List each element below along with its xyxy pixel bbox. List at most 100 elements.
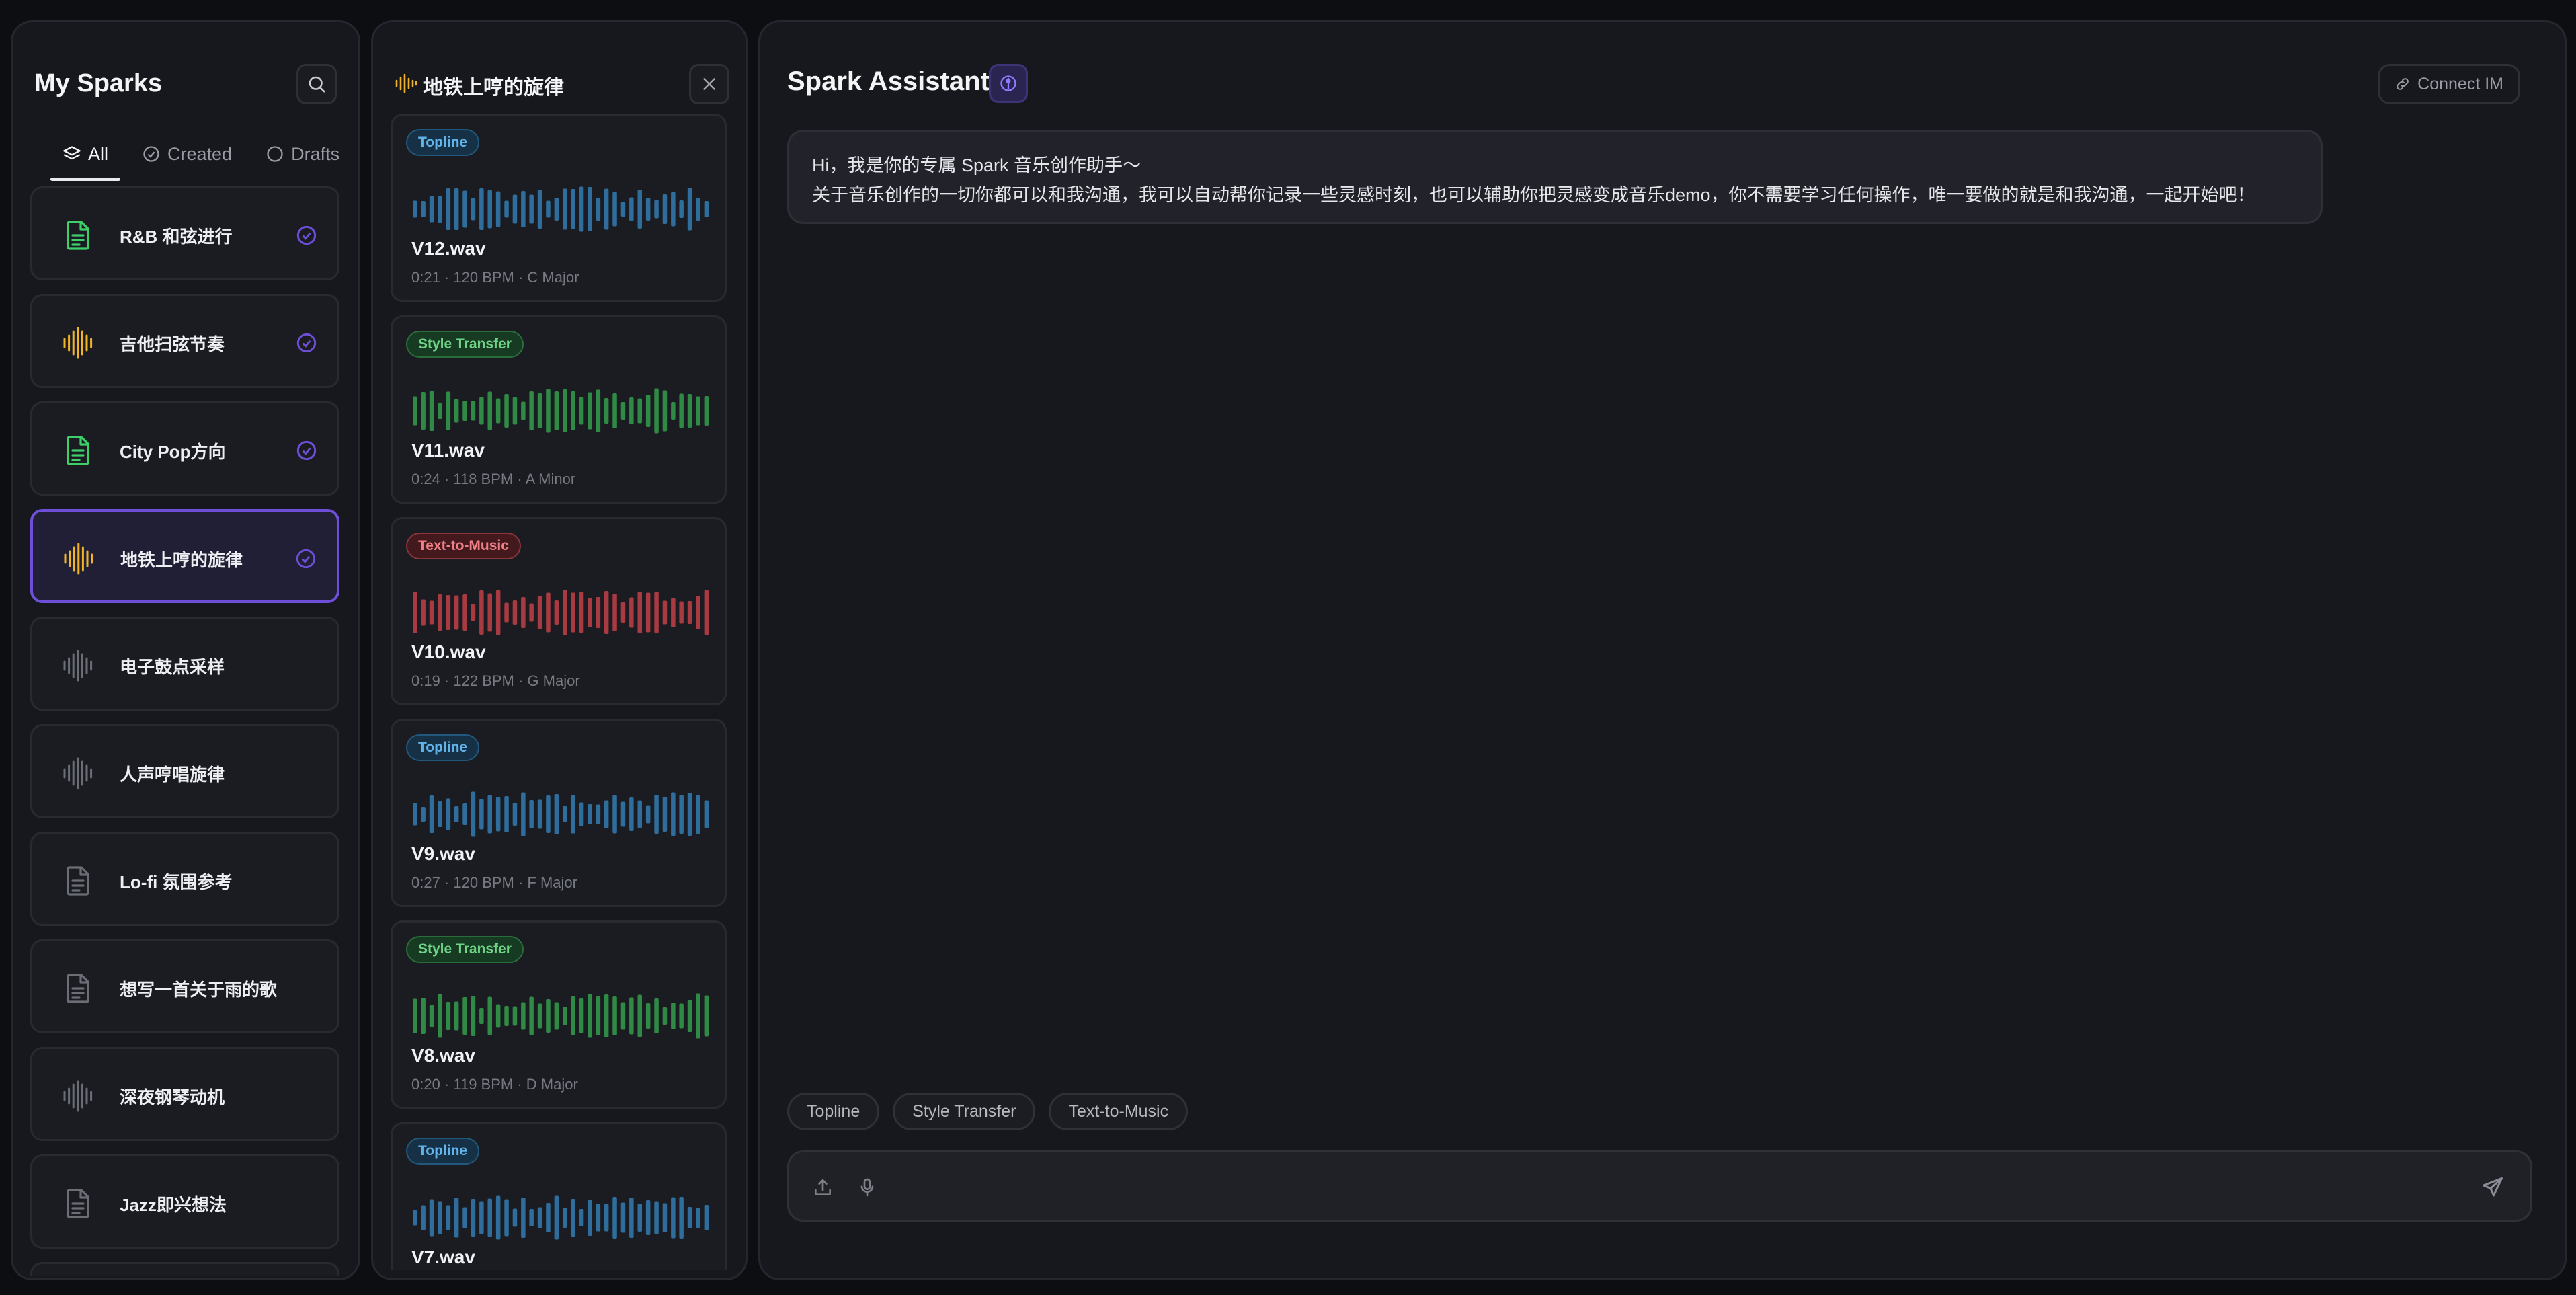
document-icon — [67, 221, 89, 250]
version-card[interactable]: Topline V9.wav 0:27 · 120 BPM · F Major — [391, 719, 727, 907]
spark-item[interactable]: 深夜钢琴动机 — [30, 1047, 339, 1141]
waveform-bar — [512, 1006, 518, 1026]
search-button[interactable] — [296, 64, 337, 104]
check-circle-icon — [296, 549, 316, 569]
waveform-preview[interactable] — [411, 791, 711, 838]
waveform-bar — [462, 1207, 467, 1228]
waveform-preview[interactable] — [411, 589, 711, 636]
waveform-bar — [579, 592, 584, 633]
waveform-bar — [421, 201, 426, 217]
version-card[interactable]: Style Transfer V8.wav 0:20 · 119 BPM · D M… — [391, 920, 727, 1109]
waveform-bar — [687, 1207, 692, 1228]
waveform-bar — [671, 792, 676, 836]
spark-item[interactable]: 地铁上哼的旋律 — [30, 509, 339, 603]
waveform-bar — [604, 398, 609, 424]
version-card[interactable]: Style Transfer V11.wav 0:24 · 118 BPM · A … — [391, 315, 727, 504]
chip-text-to-music[interactable]: Text-to-Music — [1049, 1093, 1189, 1130]
tab-drafts[interactable]: Drafts — [253, 135, 352, 173]
waveform-bar — [537, 799, 542, 829]
waveform-bar — [662, 1007, 668, 1025]
version-name: V8.wav — [411, 1045, 475, 1066]
microphone-icon[interactable] — [856, 1177, 878, 1198]
check-circle-icon — [296, 225, 317, 245]
spark-item[interactable]: 人声哼唱旋律 — [30, 724, 339, 818]
waveform-bar — [671, 598, 676, 627]
waveform-bar — [546, 389, 551, 433]
waveform-bar — [662, 390, 668, 432]
waveform-bar — [446, 798, 451, 830]
spark-item[interactable]: 想写一首关于雨的歌 — [30, 939, 339, 1033]
waveform-preview[interactable] — [411, 186, 711, 233]
close-button[interactable] — [689, 64, 729, 104]
waveform-icon — [64, 543, 93, 575]
chip-topline[interactable]: Topline — [787, 1093, 880, 1130]
waveform-bar — [537, 1003, 542, 1029]
waveform-bar — [654, 200, 659, 219]
waveform-bar — [521, 597, 526, 628]
waveform-bar — [537, 596, 542, 629]
tab-created[interactable]: Created — [130, 135, 244, 173]
close-icon — [703, 78, 715, 90]
waveform-bar — [629, 797, 634, 831]
version-name: V9.wav — [411, 843, 475, 864]
tab-label: Created — [167, 143, 233, 164]
waveform-bar — [588, 1200, 592, 1236]
waveform-bar — [429, 1199, 434, 1237]
waveform-preview[interactable] — [411, 992, 711, 1039]
waveform-bar — [563, 590, 567, 635]
waveform-bar — [579, 1209, 584, 1226]
spark-item[interactable] — [30, 1262, 339, 1276]
waveform-bar — [413, 592, 417, 633]
waveform-bar — [454, 1001, 459, 1031]
waveform-bar — [629, 397, 634, 424]
waveform-bar — [512, 194, 518, 224]
waveform-bar — [637, 190, 642, 229]
waveform-bar — [604, 1204, 609, 1232]
version-name: V7.wav — [411, 1247, 475, 1267]
waveform-bar — [479, 1201, 484, 1234]
waveform-bar — [495, 398, 501, 424]
waveform-bar — [571, 996, 575, 1035]
spark-item[interactable]: 电子鼓点采样 — [30, 617, 339, 711]
waveform-bar — [604, 591, 609, 634]
waveform-bar — [495, 590, 501, 635]
connect-im-button[interactable]: Connect IM — [2378, 64, 2520, 104]
version-card[interactable]: Topline V12.wav 0:21 · 120 BPM · C Major — [391, 114, 727, 302]
spark-item-label: 地铁上哼的旋律 — [120, 550, 243, 570]
upload-icon[interactable] — [812, 1177, 834, 1198]
chip-style-transfer[interactable]: Style Transfer — [893, 1093, 1036, 1130]
spark-item[interactable]: Jazz即兴想法 — [30, 1154, 339, 1249]
waveform-bar — [529, 800, 534, 828]
spark-item[interactable]: City Pop方向 — [30, 401, 339, 496]
waveform-bar — [563, 806, 567, 822]
waveform-bar — [687, 601, 692, 624]
spark-item[interactable]: R&B 和弦进行 — [30, 186, 339, 280]
version-card[interactable]: Text-to-Music V10.wav 0:19 · 122 BPM · G M… — [391, 517, 727, 705]
waveform-preview[interactable] — [411, 387, 711, 434]
waveform-bar — [529, 194, 534, 224]
waveform-bar — [696, 596, 700, 629]
waveform-bar — [604, 994, 609, 1037]
waveform-bar — [604, 188, 609, 230]
waveform-bar — [554, 794, 559, 834]
waveform-bar — [512, 600, 518, 625]
waveform-bar — [620, 801, 626, 827]
spark-item[interactable]: 吉他扫弦节奏 — [30, 294, 339, 388]
waveform-bar — [487, 795, 492, 834]
waveform-bar — [637, 800, 642, 828]
assistant-info-button[interactable] — [989, 64, 1028, 103]
send-icon[interactable] — [2481, 1175, 2505, 1200]
document-icon — [67, 436, 89, 465]
waveform-bar — [645, 198, 651, 221]
waveform-bar — [687, 394, 692, 428]
waveform-bar — [671, 402, 676, 420]
version-card[interactable]: ToplineV7.wav0:22 · 120 BPM · C Major — [391, 1122, 727, 1270]
version-meta: 0:19 · 122 BPM · G Major — [411, 672, 580, 689]
chat-input[interactable] — [897, 1167, 2443, 1206]
waveform-preview[interactable] — [411, 1194, 711, 1241]
spark-item[interactable]: Lo-fi 氛围参考 — [30, 832, 339, 926]
waveform-bar — [554, 198, 559, 221]
tab-all[interactable]: All — [50, 135, 121, 181]
waveform-bar — [662, 1203, 668, 1232]
waveform-bar — [687, 188, 692, 231]
